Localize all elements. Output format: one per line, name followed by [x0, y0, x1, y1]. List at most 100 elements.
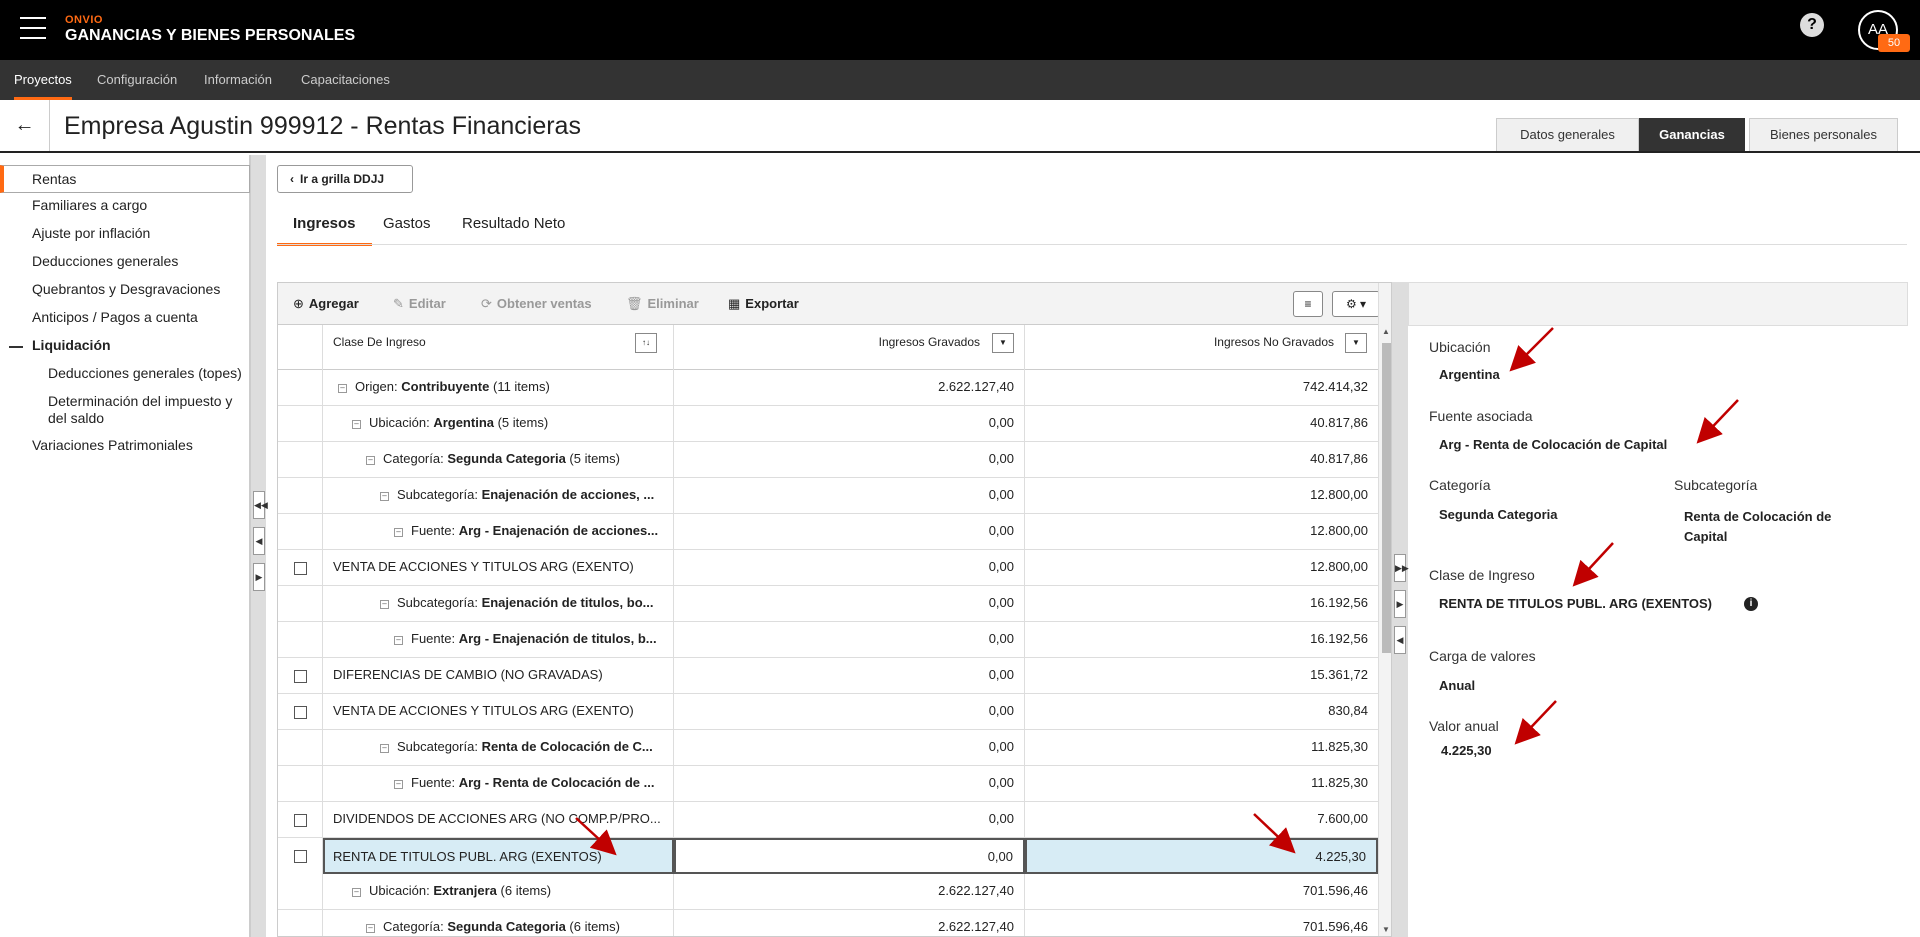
- settings-gear-icon[interactable]: ⚙ ▾: [1332, 291, 1380, 317]
- table-row[interactable]: – Fuente: Arg - Renta de Colocación de ..…: [278, 766, 1378, 802]
- sidebar-item-deducciones[interactable]: Deducciones generales: [32, 253, 178, 269]
- row-gravados: 2.622.127,40: [674, 874, 1025, 910]
- table-row[interactable]: – Ubicación: Extranjera (6 items) 2.622.1…: [278, 874, 1378, 910]
- collapse-toggle-icon[interactable]: –: [394, 636, 403, 645]
- row-checkbox[interactable]: [294, 670, 307, 683]
- row-checkbox[interactable]: [294, 850, 307, 863]
- sidebar-item-deducciones-topes[interactable]: Deducciones generales (topes): [48, 365, 242, 381]
- sidebar-item-variaciones[interactable]: Variaciones Patrimoniales: [32, 437, 193, 453]
- table-row[interactable]: – Categoría: Segunda Categoria (6 items) …: [278, 910, 1378, 936]
- sidebar-item-ajuste[interactable]: Ajuste por inflación: [32, 225, 150, 241]
- pencil-icon: ✎: [393, 296, 404, 311]
- app-brand[interactable]: ONVIO GANANCIAS Y BIENES PERSONALES: [65, 14, 355, 45]
- export-button[interactable]: ▦ Exportar: [728, 296, 799, 312]
- back-arrow-icon[interactable]: ←: [0, 100, 50, 151]
- collapse-toggle-icon[interactable]: –: [352, 888, 361, 897]
- collapse-toggle-icon[interactable]: –: [366, 456, 375, 465]
- help-icon[interactable]: ?: [1800, 13, 1824, 37]
- get-sales-button[interactable]: ⟳ Obtener ventas: [481, 296, 592, 312]
- row-gravados: 0,00: [674, 550, 1025, 586]
- detail-splitter[interactable]: ▶▶ ▶ ◀: [1392, 282, 1409, 937]
- table-row[interactable]: – Fuente: Arg - Enajenación de acciones..…: [278, 514, 1378, 550]
- sidebar-splitter[interactable]: ◀◀ ◀ ▶: [250, 155, 268, 937]
- carga-valores-value: Anual: [1439, 678, 1476, 693]
- row-checkbox[interactable]: [294, 706, 307, 719]
- collapse-toggle-icon[interactable]: –: [352, 420, 361, 429]
- expand-right-icon[interactable]: ▶: [253, 563, 265, 591]
- nav-configuracion[interactable]: Configuración: [97, 60, 177, 100]
- nav-proyectos[interactable]: Proyectos: [14, 60, 72, 100]
- header-clase-ingreso[interactable]: Clase De Ingreso ↑↓: [323, 325, 674, 370]
- sidebar-item-determinacion[interactable]: Determinación del impuesto y del saldo: [48, 393, 243, 427]
- table-row[interactable]: – Categoría: Segunda Categoria (5 items) …: [278, 442, 1378, 478]
- row-prefix: Subcategoría:: [397, 595, 482, 610]
- row-bold: Enajenación de titulos, bo...: [481, 595, 654, 610]
- tab-gastos[interactable]: Gastos: [367, 206, 447, 246]
- collapse-toggle-icon[interactable]: –: [380, 492, 389, 501]
- table-row[interactable]: DIVIDENDOS DE ACCIONES ARG (NO COMP.P/PR…: [278, 802, 1378, 838]
- scroll-down-icon[interactable]: ▼: [1382, 925, 1390, 934]
- tab-bienes-personales[interactable]: Bienes personales: [1749, 118, 1898, 151]
- sort-icon[interactable]: ↑↓: [635, 333, 657, 353]
- collapse-left-icon[interactable]: ◀: [253, 527, 265, 555]
- sidebar-item-rentas[interactable]: Rentas: [0, 165, 250, 193]
- column-list-icon[interactable]: ≡: [1293, 291, 1323, 317]
- sidebar-item-familiares[interactable]: Familiares a cargo: [32, 197, 147, 213]
- table-row[interactable]: VENTA DE ACCIONES Y TITULOS ARG (EXENTO)…: [278, 550, 1378, 586]
- row-check-cell: [278, 478, 323, 514]
- back-to-grid-button[interactable]: ‹ Ir a grilla DDJJ: [277, 165, 413, 193]
- scroll-up-icon[interactable]: ▲: [1382, 327, 1390, 336]
- sidebar-item-anticipos[interactable]: Anticipos / Pagos a cuenta: [32, 309, 198, 325]
- row-checkbox[interactable]: [294, 814, 307, 827]
- grid-scrollbar[interactable]: ▲ ▼: [1378, 283, 1391, 936]
- info-icon[interactable]: i: [1744, 597, 1758, 611]
- filter-dropdown-icon[interactable]: ▼: [1345, 333, 1367, 353]
- nav-informacion[interactable]: Información: [204, 60, 272, 100]
- table-row[interactable]: VENTA DE ACCIONES Y TITULOS ARG (EXENTO)…: [278, 694, 1378, 730]
- detail-panel-header: [1408, 282, 1908, 326]
- sidebar-item-quebrantos[interactable]: Quebrantos y Desgravaciones: [32, 281, 220, 297]
- collapse-toggle-icon[interactable]: –: [366, 924, 375, 933]
- row-no-gravados: 40.817,86: [1310, 451, 1368, 466]
- header-gravados[interactable]: Ingresos Gravados ▼: [674, 325, 1025, 370]
- delete-button[interactable]: 🗑 Eliminar: [626, 296, 699, 312]
- get-sales-label: Obtener ventas: [496, 296, 592, 311]
- table-row[interactable]: – Subcategoría: Renta de Colocación de C.…: [278, 730, 1378, 766]
- hamburger-menu-icon[interactable]: [20, 17, 46, 39]
- collapse-toggle-icon[interactable]: –: [338, 384, 347, 393]
- row-checkbox[interactable]: [294, 562, 307, 575]
- nav-capacitaciones[interactable]: Capacitaciones: [301, 60, 390, 100]
- collapse-minus-icon[interactable]: [9, 346, 23, 348]
- collapse-left-icon[interactable]: ◀: [1394, 626, 1406, 654]
- collapse-toggle-icon[interactable]: –: [380, 600, 389, 609]
- filter-dropdown-icon[interactable]: ▼: [992, 333, 1014, 353]
- table-row[interactable]: – Ubicación: Argentina (5 items) 0,00 40.…: [278, 406, 1378, 442]
- header-checkbox-col: [278, 325, 323, 370]
- tab-ganancias[interactable]: Ganancias: [1639, 118, 1745, 151]
- edit-button[interactable]: ✎ Editar: [393, 296, 446, 312]
- collapse-toggle-icon[interactable]: –: [394, 528, 403, 537]
- table-row[interactable]: DIFERENCIAS DE CAMBIO (NO GRAVADAS) 0,00…: [278, 658, 1378, 694]
- row-clase: DIVIDENDOS DE ACCIONES ARG (NO COMP.P/PR…: [323, 802, 674, 838]
- tab-resultado-neto[interactable]: Resultado Neto: [446, 206, 581, 246]
- expand-double-right-icon[interactable]: ▶▶: [1394, 554, 1409, 582]
- collapse-toggle-icon[interactable]: –: [394, 780, 403, 789]
- row-no-gravados: 701.596,46: [1302, 919, 1368, 934]
- collapse-double-left-icon[interactable]: ◀◀: [253, 491, 268, 519]
- collapse-toggle-icon[interactable]: –: [380, 744, 389, 753]
- table-row[interactable]: – Fuente: Arg - Enajenación de titulos, b…: [278, 622, 1378, 658]
- header-no-gravados[interactable]: Ingresos No Gravados ▼: [1025, 325, 1378, 370]
- carga-valores-label: Carga de valores: [1429, 648, 1536, 664]
- table-row-selected[interactable]: RENTA DE TITULOS PUBL. ARG (EXENTOS) 0,0…: [278, 838, 1378, 874]
- row-check-cell: [278, 874, 323, 910]
- scroll-thumb[interactable]: [1382, 343, 1391, 653]
- tab-datos-generales[interactable]: Datos generales: [1496, 118, 1639, 151]
- expand-right-icon[interactable]: ▶: [1394, 590, 1406, 618]
- sidebar-group-liquidacion[interactable]: Liquidación: [32, 337, 111, 353]
- add-button[interactable]: ⊕ Agregar: [293, 296, 359, 312]
- table-row[interactable]: – Origen: Contribuyente (11 items) 2.622.…: [278, 370, 1378, 406]
- table-row[interactable]: – Subcategoría: Enajenación de acciones, …: [278, 478, 1378, 514]
- grid-header: Clase De Ingreso ↑↓ Ingresos Gravados ▼ …: [278, 325, 1378, 370]
- tab-ingresos[interactable]: Ingresos: [277, 206, 372, 246]
- table-row[interactable]: – Subcategoría: Enajenación de titulos, b…: [278, 586, 1378, 622]
